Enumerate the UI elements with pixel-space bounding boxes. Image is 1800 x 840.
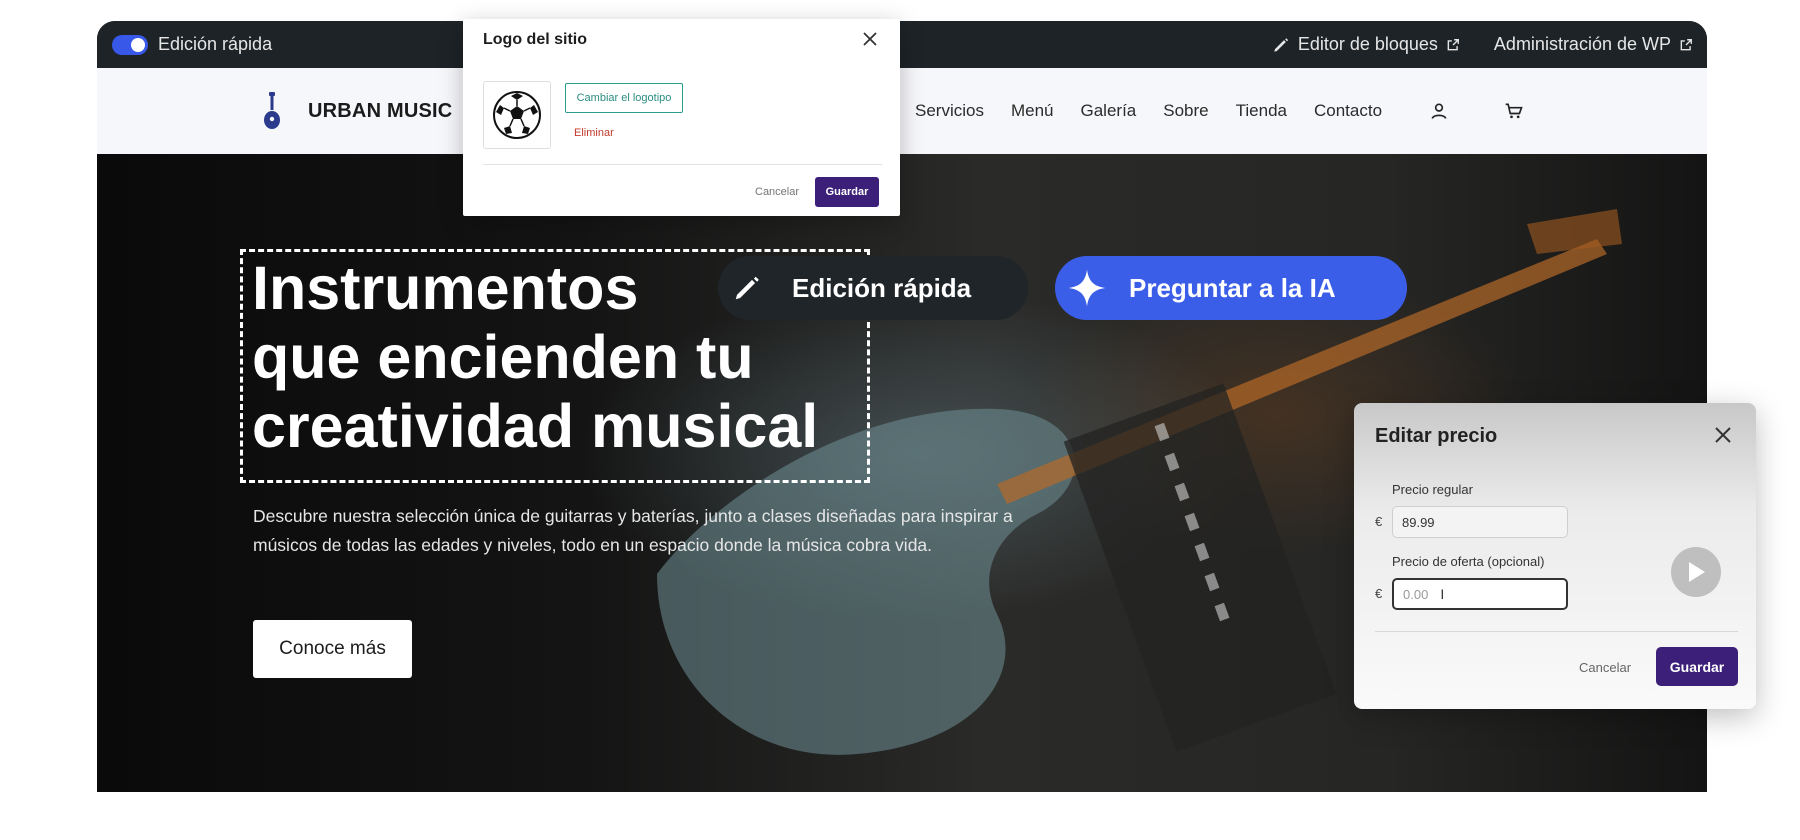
wp-admin-link[interactable]: Administración de WP [1494, 34, 1693, 55]
popover-title: Editar precio [1375, 425, 1498, 447]
headline-line: creatividad musical [252, 392, 819, 460]
currency-symbol: € [1375, 514, 1383, 529]
soccer-ball-icon [493, 91, 541, 139]
currency-symbol: € [1375, 586, 1383, 601]
admin-bar: Edición rápida Editor de bloques Adminis… [97, 21, 1707, 68]
external-link-icon [1680, 38, 1692, 50]
divider [1375, 631, 1738, 632]
play-button[interactable] [1671, 547, 1721, 597]
popover-title: Logo del sitio [483, 31, 587, 48]
pencil-icon [735, 276, 759, 300]
regular-price-value: 89.99 [1402, 514, 1435, 530]
cart-button[interactable] [1504, 101, 1524, 121]
close-icon[interactable] [862, 31, 878, 47]
logo-preview [483, 81, 551, 149]
site-brand[interactable]: URBAN MUSIC [262, 68, 452, 154]
cart-icon [1505, 103, 1523, 119]
wp-admin-label: Administración de WP [1493, 34, 1671, 54]
quick-edit-badge[interactable]: Edición rápida [718, 256, 1028, 320]
quick-edit-toggle[interactable] [112, 34, 148, 55]
site-name: URBAN MUSIC [308, 99, 453, 122]
text-cursor-icon: I [1440, 586, 1445, 602]
sale-price-placeholder: 0.00 [1403, 586, 1429, 602]
nav-item-galeria[interactable]: Galería [1081, 101, 1137, 121]
save-button[interactable]: Guardar [1656, 647, 1738, 686]
ask-ai-badge[interactable]: Preguntar a la IA [1055, 256, 1407, 320]
nav-item-sobre[interactable]: Sobre [1163, 101, 1208, 121]
block-editor-label: Editor de bloques [1297, 34, 1438, 54]
nav-item-menu[interactable]: Menú [1011, 101, 1054, 121]
user-icon [1431, 103, 1447, 119]
sale-price-label: Precio de oferta (opcional) [1392, 554, 1545, 569]
quick-edit-badge-label: Edición rápida [792, 272, 972, 303]
nav-item-servicios[interactable]: Servicios [915, 101, 984, 121]
cancel-button[interactable]: Cancelar [1579, 660, 1631, 675]
sparkle-icon [1068, 269, 1106, 307]
change-logo-button[interactable]: Cambiar el logotipo [565, 83, 683, 113]
quick-edit-toggle-label: Edición rápida [158, 34, 273, 54]
play-icon [1689, 562, 1705, 582]
remove-logo-link[interactable]: Eliminar [574, 127, 614, 139]
regular-price-label: Precio regular [1392, 482, 1473, 497]
divider [483, 164, 882, 165]
nav-item-tienda[interactable]: Tienda [1236, 101, 1287, 121]
quick-edit-toggle-group[interactable]: Edición rápida [112, 21, 272, 68]
close-icon[interactable] [1714, 426, 1732, 444]
regular-price-input[interactable]: 89.99 [1392, 506, 1568, 538]
block-editor-link[interactable]: Editor de bloques [1272, 34, 1460, 55]
site-header: URBAN MUSIC Servicios Menú Galería Sobre… [97, 68, 1707, 154]
nav-item-contacto[interactable]: Contacto [1314, 101, 1382, 121]
headline-line: que encienden tu [252, 323, 754, 391]
site-logo-popover: Logo del sitio Cambiar el logotipo Elimi… [463, 19, 900, 216]
pencil-icon [1274, 37, 1288, 52]
external-link-icon [1447, 38, 1459, 50]
account-button[interactable] [1429, 101, 1449, 121]
main-nav: Servicios Menú Galería Sobre Tienda Cont… [915, 68, 1524, 154]
save-button[interactable]: Guardar [815, 177, 879, 207]
learn-more-button[interactable]: Conoce más [253, 620, 412, 678]
hero-description: Descubre nuestra selección única de guit… [253, 506, 1013, 555]
cancel-button[interactable]: Cancelar [755, 186, 799, 198]
ask-ai-badge-label: Preguntar a la IA [1129, 272, 1336, 303]
guitar-logo-icon [264, 92, 280, 129]
sale-price-input[interactable]: 0.00 I [1392, 578, 1568, 610]
